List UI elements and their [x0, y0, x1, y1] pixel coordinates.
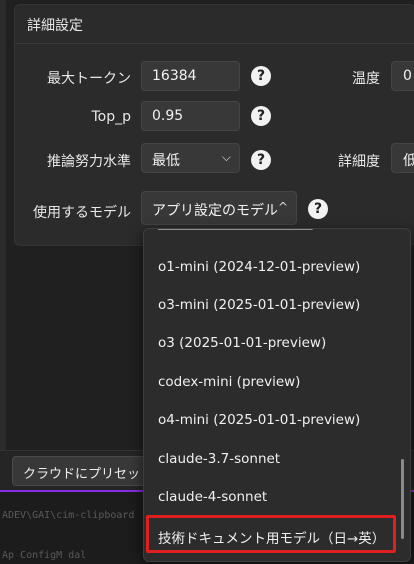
model-select[interactable]: アプリ設定のモデル ^ — [141, 191, 297, 225]
reasoning-effort-select[interactable]: 最低 ⌵ — [141, 143, 240, 173]
top-p-help-icon[interactable]: ? — [251, 106, 271, 126]
left-edge-strip — [0, 0, 6, 450]
dropdown-option-selected[interactable]: 技術ドキュメント用モデル（日→英） — [158, 527, 385, 547]
reasoning-effort-value: 最低 — [152, 153, 180, 169]
dropdown-scrollbar[interactable] — [401, 459, 404, 539]
dropdown-option[interactable]: o3-mini (2025-01-01-preview) — [158, 297, 360, 313]
top-p-label: Top_p — [91, 109, 131, 125]
temperature-input[interactable]: 0 — [391, 61, 414, 91]
verbosity-select[interactable]: 低 — [391, 143, 414, 173]
terminal-line-2: Ap ConfigM dal — [2, 550, 87, 561]
reasoning-help-icon[interactable]: ? — [251, 150, 271, 170]
dropdown-option[interactable]: o4-mini (2025-01-01-preview) — [158, 412, 360, 428]
reasoning-effort-label: 推論努力水準 — [47, 154, 131, 170]
dropdown-option[interactable]: codex-mini (preview) — [158, 374, 300, 390]
chevron-down-icon: ⌵ — [221, 150, 231, 164]
dropdown-option[interactable]: claude-3.7-sonnet — [158, 451, 280, 467]
dropdown-option[interactable]: o3 (2025-01-01-preview) — [158, 335, 326, 351]
panel-header[interactable]: 詳細設定 — [15, 5, 414, 44]
model-dropdown-list[interactable]: ━━━━━━━━━━━━━━━━━━━ o1-mini (2024-12-01-… — [143, 228, 411, 562]
max-tokens-label: 最大トークン — [47, 71, 131, 87]
model-select-value: アプリ設定のモデル — [152, 203, 278, 219]
max-tokens-help-icon[interactable]: ? — [251, 66, 271, 86]
verbosity-label: 詳細度 — [338, 154, 380, 170]
model-label: 使用するモデル — [33, 205, 131, 221]
dropdown-option[interactable]: o1-mini (2024-12-01-preview) — [158, 259, 360, 275]
panel-title: 詳細設定 — [27, 18, 83, 34]
dropdown-option-clipped[interactable]: ━━━━━━━━━━━━━━━━━━━ — [158, 229, 312, 237]
save-preset-to-cloud-button[interactable]: クラウドにプリセットを保存 — [12, 456, 152, 486]
dropdown-option[interactable]: claude-4-sonnet — [158, 489, 267, 505]
max-tokens-input[interactable]: 16384 — [141, 61, 240, 91]
terminal-line-1: ADEV\GAI\cim-clipboard — [2, 510, 135, 521]
chevron-up-icon: ^ — [277, 200, 288, 214]
model-help-icon[interactable]: ? — [308, 199, 328, 219]
temperature-label: 温度 — [352, 71, 380, 87]
top-p-input[interactable]: 0.95 — [141, 101, 240, 131]
